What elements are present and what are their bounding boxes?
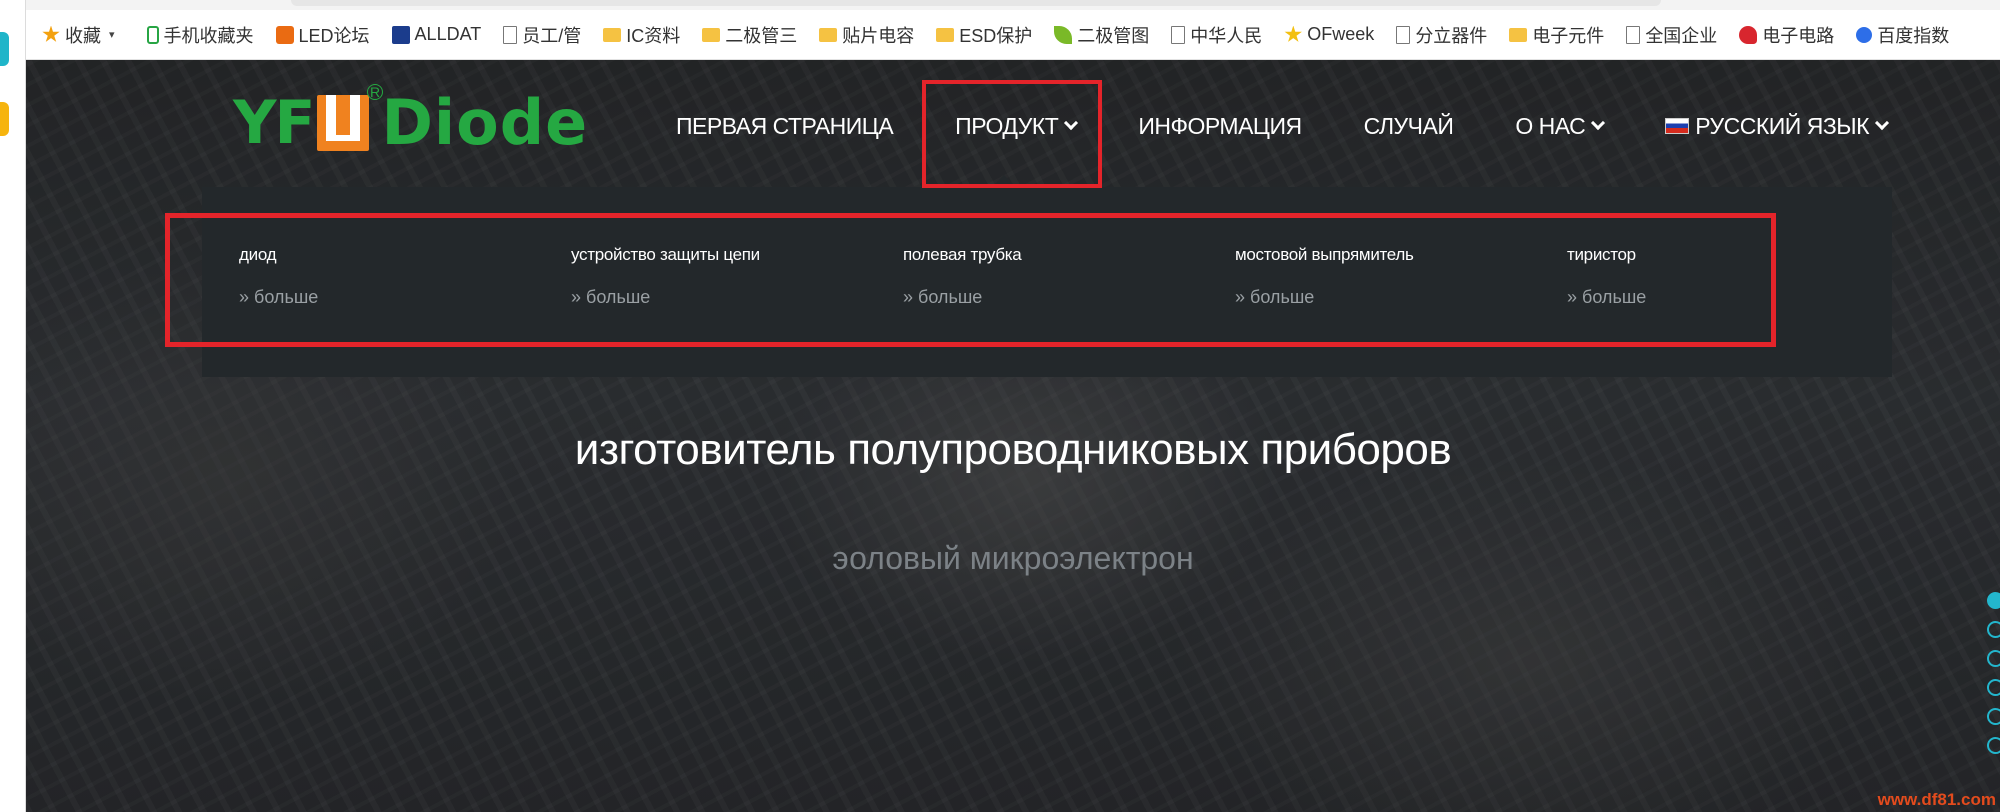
bookmark-item[interactable]: 手机收藏夹 xyxy=(146,22,254,48)
bookmark-item[interactable]: 二极管图 xyxy=(1054,22,1149,48)
slider-dot[interactable] xyxy=(1987,592,2000,609)
phone-icon xyxy=(146,25,159,44)
dropdown-category-fet: полевая трубка » больше xyxy=(903,245,1022,308)
dropdown-more-link[interactable]: » больше xyxy=(571,287,760,308)
bookmark-item[interactable]: 员工/管 xyxy=(503,22,581,48)
bookmark-item[interactable]: 二极管三 xyxy=(702,22,797,48)
nav-case[interactable]: СЛУЧАЙ xyxy=(1364,113,1454,140)
bookmark-item[interactable]: 全国企业 xyxy=(1626,22,1717,48)
hero-section: YF R Diode ПЕРВАЯ СТРАНИЦА ПРОДУКТ ИНФОР… xyxy=(26,60,2000,812)
bookmark-item[interactable]: 贴片电容 xyxy=(819,22,914,48)
chevron-down-icon xyxy=(1064,115,1079,131)
site-logo[interactable]: YF R Diode xyxy=(233,84,589,159)
dropdown-category-diode: диод » больше xyxy=(239,245,318,308)
dropdown-more-link[interactable]: » больше xyxy=(239,287,318,308)
dropdown-category-title[interactable]: полевая трубка xyxy=(903,245,1022,265)
doc-icon xyxy=(503,25,518,44)
main-nav: ПЕРВАЯ СТРАНИЦА ПРОДУКТ ИНФОРМАЦИЯ СЛУЧА… xyxy=(676,106,1890,146)
dropdown-category-circuit-protection: устройство защиты цепи » больше xyxy=(571,245,760,308)
caret-down-icon[interactable]: ▾ xyxy=(109,28,115,41)
dropdown-category-title[interactable]: устройство защиты цепи xyxy=(571,245,760,265)
bookmark-item[interactable]: LED论坛 xyxy=(275,22,370,48)
folder-icon xyxy=(702,27,721,42)
logo-u-mark-icon xyxy=(317,95,370,151)
watermark: www.df81.com xyxy=(1877,790,1996,809)
slider-dot[interactable] xyxy=(1987,679,2000,696)
star-icon xyxy=(1284,25,1302,42)
slider-dot[interactable] xyxy=(1987,708,2000,725)
slider-dot[interactable] xyxy=(1987,650,2000,667)
pdf-icon xyxy=(391,25,410,44)
browser-side-strip xyxy=(0,0,26,812)
dropdown-more-link[interactable]: » больше xyxy=(1567,287,1646,308)
slider-dot[interactable] xyxy=(1987,737,2000,754)
bookmark-item[interactable]: 收藏 ▾ xyxy=(42,22,125,48)
nav-language[interactable]: РУССКИЙ ЯЗЫК xyxy=(1665,113,1890,140)
slider-dot[interactable] xyxy=(1987,621,2000,638)
bookmark-item[interactable]: 电子元件 xyxy=(1509,22,1604,48)
folder-icon xyxy=(819,27,838,42)
nav-information[interactable]: ИНФОРМАЦИЯ xyxy=(1138,113,1302,140)
sidebar-extension-icon-2[interactable] xyxy=(0,102,9,136)
star-icon xyxy=(42,25,60,42)
folder-icon xyxy=(1509,27,1528,42)
dropdown-category-title[interactable]: мостовой выпрямитель xyxy=(1235,245,1414,265)
logo-text-diode: Diode xyxy=(381,86,589,159)
bookmark-item[interactable]: ALLDAT xyxy=(391,24,481,45)
dropdown-category-bridge-rectifier: мостовой выпрямитель » больше xyxy=(1235,245,1414,308)
led-icon xyxy=(275,25,294,44)
bookmark-item[interactable]: 中华人民 xyxy=(1171,22,1262,48)
dropdown-more-link[interactable]: » больше xyxy=(1235,287,1414,308)
address-bar[interactable] xyxy=(291,0,1661,6)
folder-icon xyxy=(603,27,622,42)
doc-icon xyxy=(1626,25,1641,44)
leaf-icon xyxy=(1054,25,1073,44)
dropdown-category-title[interactable]: тиристор xyxy=(1567,245,1646,265)
dropdown-category-thyristor: тиристор » больше xyxy=(1567,245,1646,308)
folder-icon xyxy=(936,27,955,42)
slider-pagination xyxy=(1987,592,2000,754)
hero-subtitle: эоловый микроэлектрон xyxy=(832,540,1194,576)
paw-icon xyxy=(1856,26,1873,43)
registered-mark-icon: R xyxy=(367,84,383,100)
bookmark-item[interactable]: IC资料 xyxy=(603,22,680,48)
nav-about[interactable]: О НАС xyxy=(1515,113,1606,140)
hero-title: изготовитель полупроводниковых приборов xyxy=(574,425,1452,474)
bookmark-item[interactable]: 分立器件 xyxy=(1396,22,1487,48)
bookmarks-bar: 收藏 ▾ 手机收藏夹 LED论坛 ALLDAT 员工/管 IC资料 二极管三 贴片… xyxy=(26,10,2000,60)
chevron-down-icon xyxy=(1874,115,1890,131)
nav-home[interactable]: ПЕРВАЯ СТРАНИЦА xyxy=(676,113,894,140)
chevron-down-icon xyxy=(1591,115,1606,131)
bookmark-item[interactable]: ESD保护 xyxy=(936,22,1032,48)
bookmark-item[interactable]: 电子电路 xyxy=(1739,22,1834,48)
nav-product[interactable]: ПРОДУКТ xyxy=(955,113,1079,140)
doc-icon xyxy=(1396,25,1411,44)
doc-icon xyxy=(1171,25,1186,44)
russia-flag-icon xyxy=(1665,118,1690,134)
bookmark-item[interactable]: OFweek xyxy=(1284,24,1374,45)
sidebar-extension-icon[interactable] xyxy=(0,32,9,66)
bookmark-item[interactable]: 百度指数 xyxy=(1856,22,1949,48)
address-bar-area xyxy=(26,0,2000,10)
red-icon xyxy=(1739,25,1758,44)
dropdown-category-title[interactable]: диод xyxy=(239,245,318,265)
dropdown-more-link[interactable]: » больше xyxy=(903,287,1021,308)
logo-text-yf: YF xyxy=(233,88,315,158)
